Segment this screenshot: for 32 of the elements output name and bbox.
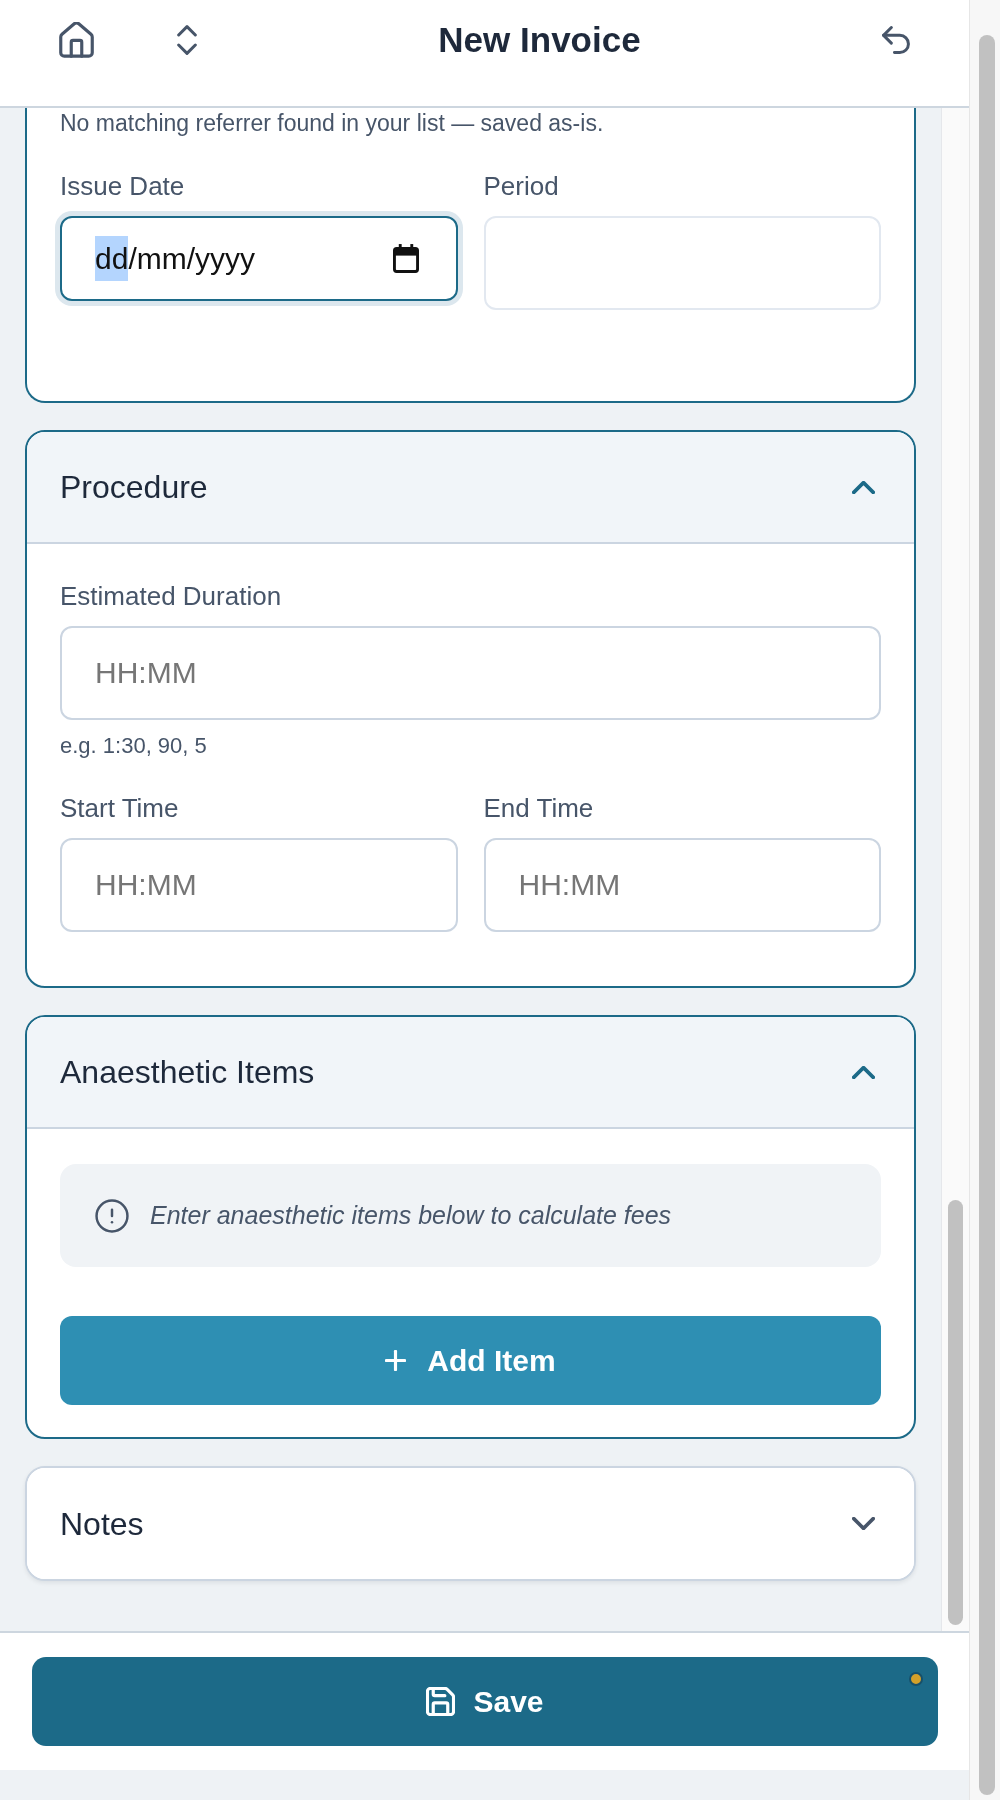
save-icon [426,1687,456,1716]
chevrons-up-down-icon[interactable] [177,25,197,55]
helper-text: No matching referrer found in your list — saved as-is. [60,109,605,138]
field-hint: e.g. 1:30, 90, 5 [60,732,208,760]
chevron-up-icon [852,480,875,494]
field-label: Estimated Duration [60,580,283,613]
date-segment[interactable]: dd [95,236,129,281]
undo-icon[interactable] [882,26,910,54]
scrollbar-thumb[interactable] [979,35,995,1795]
date-field[interactable]: dd/mm/yyyy [55,211,463,306]
section-header[interactable]: Notes [27,1468,914,1579]
section-header[interactable]: Anaesthetic Items [27,1017,914,1129]
text-field[interactable]: HH:MM [60,838,458,932]
field-label: Start Time [60,792,180,825]
home-icon[interactable] [59,22,94,58]
chevron-up-icon [852,1065,875,1079]
field-label: End Time [483,792,595,825]
page-title: New Invoice [438,18,641,61]
alert-icon [95,1198,129,1233]
field-label: Issue Date [60,170,186,203]
text-field[interactable] [483,216,881,310]
plus-icon [385,1350,407,1371]
section-header[interactable]: Procedure [27,432,914,544]
info-text: Enter anaesthetic items below to calculate fees [150,1199,672,1231]
save-button[interactable]: Save [32,1657,938,1746]
scrollbar-thumb[interactable] [948,1200,963,1625]
field-label: Period [483,170,560,203]
calendar-icon[interactable] [392,244,419,273]
chevron-down-icon [852,1517,875,1530]
text-field[interactable]: HH:MM [483,838,881,932]
text-field[interactable]: HH:MM [60,626,881,720]
add-item-button[interactable]: Add Item [60,1316,881,1405]
